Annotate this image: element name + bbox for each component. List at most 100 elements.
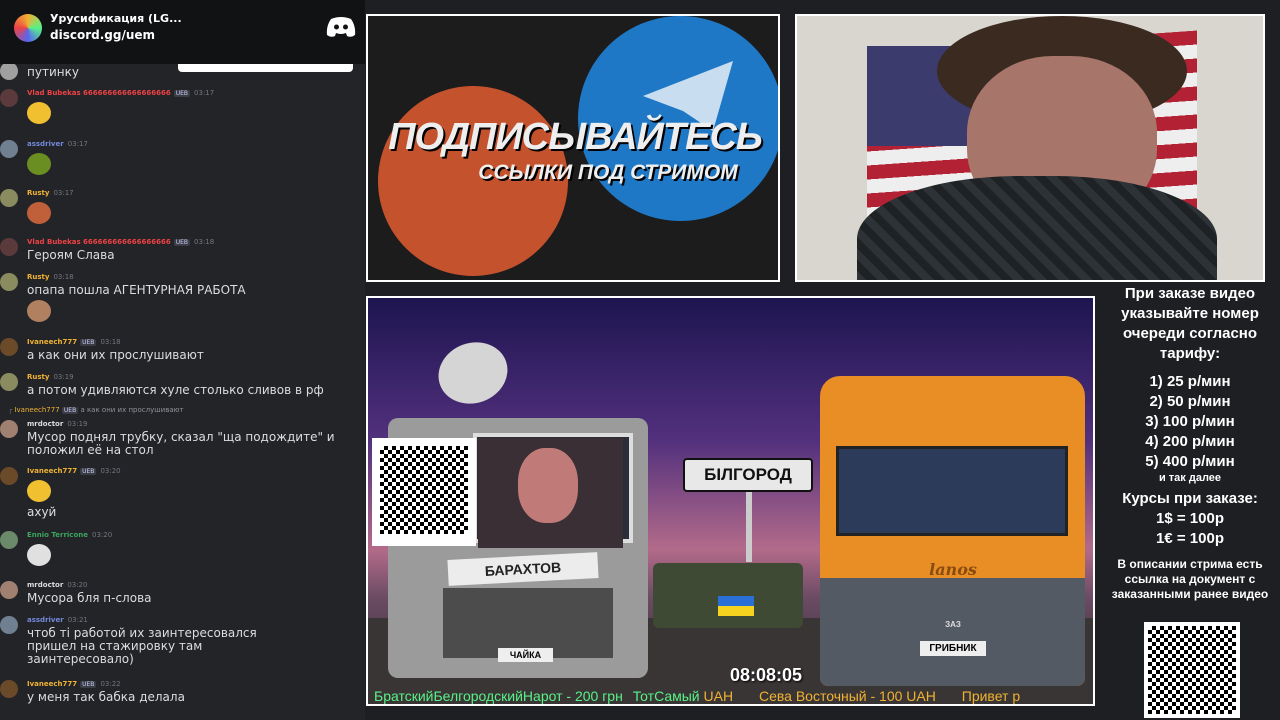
user-avatar[interactable] (0, 680, 18, 698)
emoji-sticker (27, 544, 51, 566)
rate-eur: 1€ = 100р (1156, 530, 1224, 547)
emoji-sticker (27, 300, 51, 322)
emoji-sticker (27, 102, 51, 124)
username[interactable]: Rusty (27, 273, 49, 281)
truck-plate: ЧАЙКА (498, 648, 553, 662)
tariff-2: 2) 50 р/мин (1149, 393, 1231, 410)
tariff-etc: и так далее (1158, 472, 1222, 484)
discord-invite[interactable]: discord.gg/uem (50, 28, 155, 42)
game-clock: 08:08:05 (730, 665, 803, 685)
user-avatar[interactable] (0, 140, 18, 158)
user-avatar[interactable] (0, 373, 18, 391)
username[interactable]: Vlad Bubekas 666666666666666666 (27, 238, 171, 246)
message-text: ахуй (27, 505, 57, 519)
timestamp: 03:20 (100, 467, 121, 475)
message-meta: Ivaneech777 UEB 03:22 (27, 680, 121, 688)
message-meta: Ennio Terricone 03:20 (27, 531, 112, 539)
user-avatar[interactable] (0, 238, 18, 256)
game-view: БАРАХТОВ ЧАЙКА БІЛГОРОД lanos ЗАЗ ГРИБНИ… (366, 296, 1095, 706)
donation-ticker: БратскийБелгородскийНарот - 200 грн ТотС… (374, 688, 1093, 704)
username[interactable]: Vlad Bubekas 666666666666666666 (27, 89, 171, 97)
message-meta: Rusty 03:19 (27, 373, 74, 381)
qr-pattern (1148, 626, 1236, 714)
promo-subscribe: ПОДПИСЫВАЙТЕСЬ (388, 116, 763, 158)
qr-code[interactable] (372, 438, 476, 546)
webcam-view (795, 14, 1265, 282)
promo-links: ССЫЛКИ ПОД СТРИМОМ (478, 161, 738, 184)
chat-input-edge (178, 64, 353, 72)
ticker-item: БратскийБелгородскийНарот - 200 грн (374, 688, 623, 704)
username[interactable]: Rusty (27, 373, 49, 381)
ticker-item: Привет р (961, 688, 1021, 704)
message-meta: mrdoctor 03:19 (27, 420, 88, 428)
emoji-sticker (27, 153, 51, 175)
reply-badge: UEB (61, 407, 79, 414)
ticker-item: UAH (703, 688, 734, 704)
username[interactable]: mrdoctor (27, 581, 63, 589)
promo-panel: ПОДПИСЫВАЙТЕСЬ ССЫЛКИ ПОД СТРИМОМ (366, 14, 780, 282)
side-qr-code[interactable] (1144, 622, 1240, 718)
user-avatar[interactable] (0, 467, 18, 485)
message-meta: Vlad Bubekas 666666666666666666 UEB 03:17 (27, 89, 214, 97)
timestamp: 03:18 (194, 238, 215, 246)
reply-text: а как они их прослушивают (80, 406, 184, 414)
order-intro: При заказе видео указывайте номер очеред… (1121, 285, 1259, 362)
user-avatar[interactable] (0, 531, 18, 549)
username[interactable]: assdriver (27, 140, 64, 148)
ticker-item: Сева Восточный - 100 UAH (758, 688, 936, 704)
van-plate: ГРИБНИК (920, 641, 986, 656)
emoji-sticker (27, 202, 51, 224)
role-badge: UEB (80, 339, 97, 346)
user-avatar[interactable] (0, 62, 18, 80)
user-avatar[interactable] (0, 338, 18, 356)
discord-banner[interactable]: Урусификация (LG... discord.gg/uem (0, 0, 365, 64)
timestamp: 03:18 (100, 338, 121, 346)
message-text: Мусора бля п-слова (27, 591, 152, 605)
description-note: В описании стрима есть ссылка на докумен… (1111, 557, 1269, 601)
chat-panel: Урусификация (LG... discord.gg/uem путин… (0, 0, 365, 720)
role-badge: UEB (173, 239, 191, 246)
user-avatar[interactable] (0, 616, 18, 634)
timestamp: 03:19 (53, 373, 74, 381)
username[interactable]: mrdoctor (27, 420, 63, 428)
timestamp: 03:17 (194, 89, 215, 97)
message-meta: mrdoctor 03:20 (27, 581, 88, 589)
tariff-3: 3) 100 р/мин (1145, 413, 1235, 430)
username[interactable]: Ivaneech777 (27, 467, 77, 475)
streamer-shirt (857, 176, 1217, 280)
van-windshield (836, 446, 1068, 536)
tariff-5: 5) 400 р/мин (1145, 453, 1235, 470)
timestamp: 03:20 (91, 531, 113, 539)
username[interactable]: Ennio Terricone (27, 531, 88, 539)
user-avatar[interactable] (0, 189, 18, 207)
server-title: Урусификация (LG... (50, 12, 182, 25)
user-avatar[interactable] (0, 420, 18, 438)
role-badge: UEB (80, 468, 97, 475)
username[interactable]: assdriver (27, 616, 64, 624)
rates-title: Курсы при заказе: (1122, 490, 1258, 507)
user-avatar[interactable] (0, 581, 18, 599)
timestamp: 03:19 (67, 420, 88, 428)
message-text: у меня так бабка делала (27, 690, 185, 704)
user-avatar[interactable] (0, 89, 18, 107)
satellite-dish (429, 332, 517, 414)
timestamp: 03:18 (53, 273, 74, 281)
user-avatar[interactable] (0, 273, 18, 291)
timestamp: 03:20 (67, 581, 88, 589)
van-lower (820, 578, 1085, 686)
server-icon (14, 14, 42, 42)
timestamp: 03:21 (67, 616, 88, 624)
role-badge: UEB (80, 681, 97, 688)
username[interactable]: Ivaneech777 (27, 680, 77, 688)
city-sign: БІЛГОРОД (683, 458, 813, 492)
username[interactable]: Rusty (27, 189, 49, 197)
message-meta: Ivaneech777 UEB 03:18 (27, 338, 121, 346)
timestamp: 03:17 (67, 140, 88, 148)
facecam-face (518, 448, 578, 523)
message-meta: Ivaneech777 UEB 03:20 (27, 467, 121, 475)
message-text: чтоб ті работой их заинтересовался прише… (27, 626, 257, 666)
message-meta: Vlad Bubekas 666666666666666666 UEB 03:18 (27, 238, 214, 246)
message-text: а как они их прослушивают (27, 348, 204, 362)
username[interactable]: Ivaneech777 (27, 338, 77, 346)
order-info-panel: При заказе видео указывайте номер очеред… (1100, 282, 1280, 720)
